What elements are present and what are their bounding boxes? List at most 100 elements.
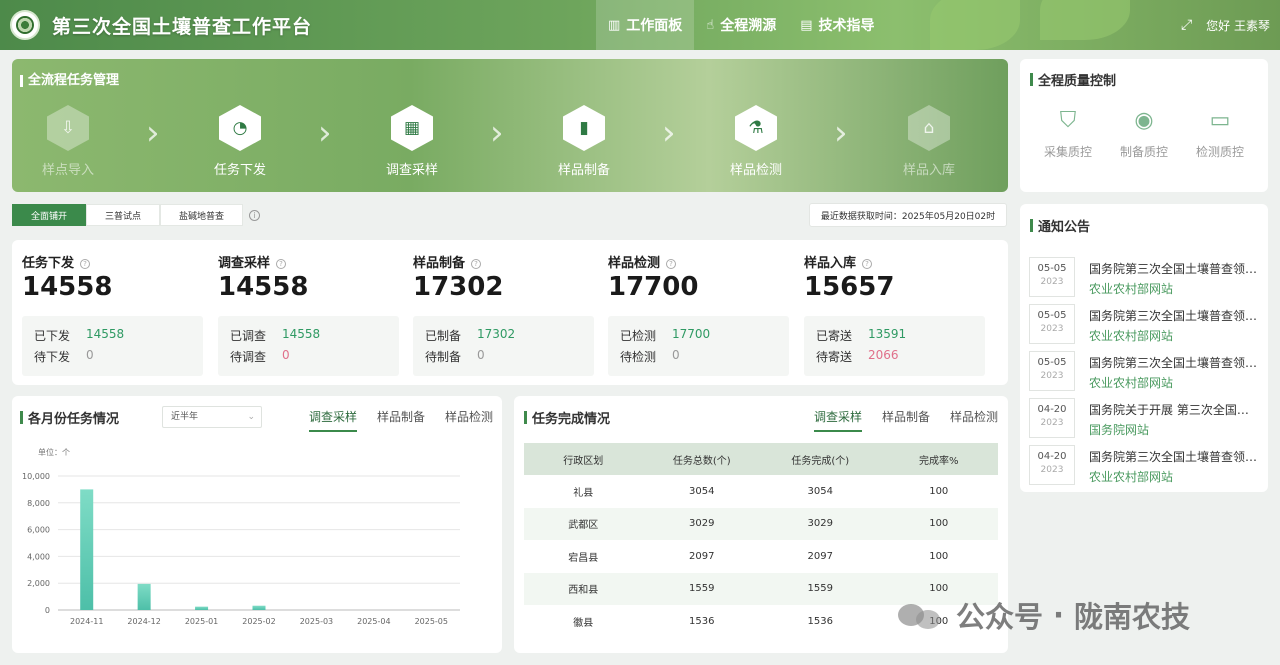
notice-title-text[interactable]: 国务院第三次全国土壤普查领导小组办公室	[1089, 354, 1259, 371]
info-icon: ?	[862, 258, 873, 269]
stat-value: 17700	[608, 272, 699, 302]
watermark-text: 公众号	[956, 600, 1044, 634]
top-header: 第三次全国土壤普查工作平台 ▥ 工作面板 ☝ 全程溯源 ▤ 技术指导 ⤢ 您好 …	[0, 0, 1280, 50]
stat-value: 15657	[804, 272, 895, 302]
notice-item[interactable]: 05-052023 国务院第三次全国土壤普查领导小组办公室 农业农村部网站	[1029, 304, 1264, 346]
tab-testing[interactable]: 样品检测	[950, 408, 998, 432]
stat-detail: 已制备 17302 待制备 0	[413, 316, 594, 376]
nav-label: 全程溯源	[720, 18, 777, 34]
tab-pilot[interactable]: 三普试点	[86, 204, 161, 226]
step-label: 样品制备	[557, 163, 610, 178]
table-row: 宕昌县 2097 2097 100	[568, 550, 949, 564]
stat-value: 14558	[218, 272, 309, 302]
bar	[137, 583, 151, 610]
task-flow-panel: 全流程任务管理 ⇩ 样点导入 › ◔ 任务下发 › ▦ 调查采样 › ▮ 样品制…	[12, 59, 1008, 192]
step-sampling[interactable]: ▦ 调查采样	[352, 101, 472, 178]
step-testing[interactable]: ⚗ 样品检测	[696, 101, 816, 178]
leaf-decoration	[930, 0, 1020, 50]
stat-storage: 样品入库? 15657 已寄送 13591 待寄送 2066	[794, 240, 989, 385]
column-header: 完成率%	[918, 455, 959, 467]
nav-label: 技术指导	[818, 18, 875, 34]
tab-saline-survey[interactable]: 盐碱地普查	[160, 204, 244, 226]
app-title: 第三次全国土壤普查工作平台	[52, 15, 313, 38]
qc-label: 制备质控	[1119, 145, 1168, 159]
watermark-text: 陇南农技	[1074, 600, 1191, 634]
qc-collection[interactable]: ⛉ 采集质控	[1038, 105, 1098, 160]
info-icon[interactable]: i	[249, 209, 261, 221]
chevron-right-icon: ›	[490, 113, 504, 153]
notice-title-text[interactable]: 国务院第三次全国土壤普查领导小组办公室	[1089, 307, 1259, 324]
notice-title-text[interactable]: 国务院第三次全国土壤普查领导小组办公室	[1089, 448, 1259, 465]
notice-item[interactable]: 04-202023 国务院第三次全国土壤普查领导小组办公室 农业农村部网站	[1029, 445, 1264, 487]
column-header: 行政区划	[563, 455, 604, 467]
nav-guide[interactable]: ▤ 技术指导	[788, 0, 886, 50]
stat-dispatch: 任务下发? 14558 已下发 14558 待下发 0	[12, 240, 207, 385]
tab-sampling[interactable]: 调查采样	[814, 408, 863, 432]
chevron-right-icon: ›	[318, 113, 332, 153]
monthly-tabs: 调查采样 样品制备 样品检测	[289, 408, 493, 432]
monthly-title: 各月份任务情况	[20, 408, 119, 427]
sampling-icon: ▦	[391, 105, 433, 151]
refresh-time: 最近数据获取时间：2025年05月20日02时	[809, 203, 1007, 227]
completion-title: 任务完成情况	[524, 408, 610, 427]
stat-row: 已调查 14558	[230, 327, 321, 343]
dashboard-icon: ▥	[608, 17, 621, 33]
user-greeting[interactable]: 您好 王素琴	[1206, 17, 1270, 34]
info-icon: ?	[80, 258, 91, 269]
stat-sampling: 调查采样? 14558 已调查 14558 待调查 0	[208, 240, 403, 385]
stat-label: 调查采样?	[218, 252, 287, 271]
x-tick-label: 2025-03	[300, 617, 333, 626]
period-select[interactable]: 近半年 ⌄	[162, 406, 262, 428]
notice-item[interactable]: 05-052023 国务院第三次全国土壤普查领导小组办公室 农业农村部网站	[1029, 351, 1264, 393]
notice-title-text[interactable]: 国务院关于开展 第三次全国土壤普查的通知	[1089, 401, 1259, 418]
stat-row: 已制备 17302	[425, 327, 516, 343]
step-preparation[interactable]: ▮ 样品制备	[524, 101, 644, 178]
wechat-icon	[898, 600, 946, 630]
stat-row: 待调查 0	[230, 348, 290, 364]
tab-preparation[interactable]: 样品制备	[882, 408, 930, 432]
stat-row: 已检测 17700	[620, 327, 711, 343]
qc-preparation[interactable]: ◉ 制备质控	[1114, 105, 1174, 160]
quality-control-panel: 全程质量控制 ⛉ 采集质控 ◉ 制备质控 ▭ 检测质控	[1020, 59, 1268, 192]
notice-item[interactable]: 04-202023 国务院关于开展 第三次全国土壤普查的通知 国务院网站	[1029, 398, 1264, 440]
tab-full-rollout[interactable]: 全面铺开	[12, 204, 87, 226]
fullscreen-icon[interactable]: ⤢	[1181, 17, 1192, 33]
step-dispatch[interactable]: ◔ 任务下发	[180, 101, 300, 178]
monthly-tasks-panel: 各月份任务情况 近半年 ⌄ 调查采样 样品制备 样品检测 单位：个 0 2,000 4…	[12, 396, 502, 653]
bar	[80, 489, 94, 610]
step-label: 样品检测	[729, 163, 782, 178]
tab-testing[interactable]: 样品检测	[445, 408, 493, 432]
stat-row: 已下发 14558	[34, 327, 125, 343]
trace-icon: ☝	[706, 17, 715, 33]
tab-preparation[interactable]: 样品制备	[377, 408, 425, 432]
stat-detail: 已寄送 13591 待寄送 2066	[804, 316, 985, 376]
user-area: ⤢ 您好 王素琴	[1181, 0, 1270, 50]
tab-sampling[interactable]: 调查采样	[309, 408, 358, 432]
qc-label: 采集质控	[1043, 145, 1092, 159]
notice-title-text[interactable]: 国务院第三次全国土壤普查领导小组办公室	[1089, 260, 1259, 277]
stat-row: 待制备 0	[425, 348, 485, 364]
notice-source: 农业农村部网站	[1089, 376, 1174, 390]
notice-item[interactable]: 05-052023 国务院第三次全国土壤普查领导小组办公室 农业农村部网站	[1029, 257, 1264, 299]
bar	[252, 605, 266, 610]
notice-date: 05-05 2023	[1029, 257, 1075, 297]
step-import[interactable]: ⇩ 样点导入	[12, 101, 128, 178]
qc-testing[interactable]: ▭ 检测质控	[1190, 105, 1250, 160]
step-label: 任务下发	[213, 163, 266, 178]
preparation-icon: ▮	[563, 105, 605, 151]
x-tick-label: 2024-11	[70, 617, 103, 626]
stat-detail: 已检测 17700 待检测 0	[608, 316, 789, 376]
stat-detail: 已调查 14558 待调查 0	[218, 316, 399, 376]
shield-search-icon: ⛉	[1059, 107, 1077, 133]
y-tick-label: 2,000	[27, 579, 50, 588]
step-storage[interactable]: ⌂ 样品入库	[869, 101, 989, 178]
notice-panel: 通知公告 05-052023 国务院第三次全国土壤普查领导小组办公室 农业农村部…	[1020, 204, 1268, 492]
nav-label: 工作面板	[626, 18, 683, 34]
stat-value: 14558	[22, 272, 113, 302]
chevron-right-icon: ›	[834, 113, 848, 153]
nav-trace[interactable]: ☝ 全程溯源	[694, 0, 788, 50]
nav-work-panel[interactable]: ▥ 工作面板	[596, 0, 695, 50]
watermark-dot: ·	[1053, 598, 1065, 632]
notice-date: 05-05 2023	[1029, 351, 1075, 391]
main-nav: ▥ 工作面板 ☝ 全程溯源 ▤ 技术指导	[596, 0, 887, 50]
